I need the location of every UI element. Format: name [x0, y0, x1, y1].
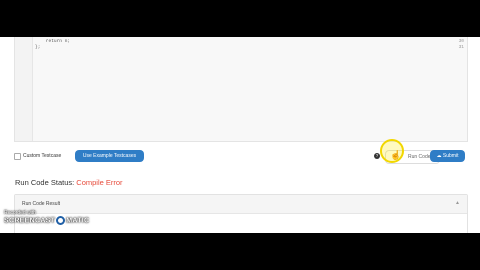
collapse-icon[interactable]: ▲ [455, 200, 460, 206]
submit-label: Submit [442, 153, 459, 159]
code-line: }; [35, 45, 41, 50]
recorder-watermark: Recorded with SCREENCAST MATIC [4, 210, 89, 225]
custom-testcase-label: Custom Testcase [23, 153, 62, 159]
use-example-testcases-button[interactable]: Use Example Testcases [75, 150, 144, 162]
run-code-status: Run Code Status: Compile Error [15, 178, 123, 187]
app-screen: 30 return n; 31 }; Custom Testcase Use E… [0, 37, 480, 233]
run-code-label: Run Code [408, 154, 431, 160]
hand-cursor-icon: ☝ [390, 150, 402, 160]
code-line: return n; [35, 39, 71, 44]
status-value: Compile Error [76, 178, 123, 187]
cloud-upload-icon: ☁ [436, 153, 442, 159]
watermark-brand-right: MATIC [66, 217, 90, 225]
submit-button[interactable]: ☁ Submit [430, 150, 465, 162]
result-title: Run Code Result [22, 201, 61, 207]
watermark-brand-left: SCREENCAST [4, 217, 56, 225]
status-label: Run Code Status: [15, 178, 75, 187]
line-number: 30 [458, 39, 464, 44]
custom-testcase-checkbox[interactable] [14, 153, 21, 160]
line-number: 31 [458, 45, 464, 50]
code-editor[interactable]: 30 return n; 31 }; [14, 37, 468, 142]
screencast-logo-icon [56, 216, 66, 225]
help-icon[interactable]: ? [374, 153, 380, 159]
line-number-gutter [15, 37, 33, 141]
